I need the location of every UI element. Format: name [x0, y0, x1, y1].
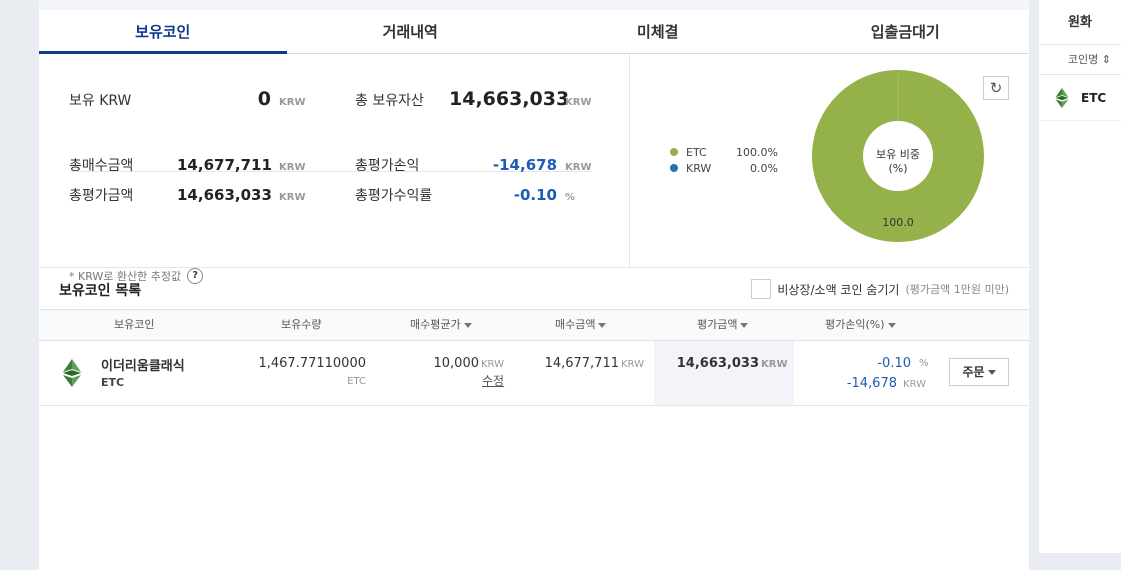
buy-unit: KRW: [621, 359, 644, 370]
avg-value: 10,000: [433, 356, 480, 371]
edit-avg-link[interactable]: 수정: [482, 372, 504, 389]
market-sidebar: 원화 코인명 ⇕ ETC: [1039, 0, 1121, 553]
krw-row: 보유 KRW 0 KRW: [69, 88, 305, 110]
etc-coin-icon: [63, 359, 81, 387]
sidebar-item-label: ETC: [1081, 90, 1107, 105]
col-eval-label: 평가금액: [697, 318, 738, 331]
order-button[interactable]: 주문: [949, 358, 1009, 386]
total-buy-label: 총매수금액: [69, 158, 134, 174]
col-pl[interactable]: 평가손익(%): [825, 310, 896, 340]
eval-highlight: [654, 341, 794, 405]
total-pl-unit: KRW: [565, 162, 592, 173]
tab-deposit-wait[interactable]: 입출금대기: [782, 10, 1030, 53]
holdings-list-header: 보유코인 목록 비상장/소액 코인 숨기기 (평가금액 1만원 미만): [39, 267, 1029, 309]
col-coin: 보유코인: [114, 318, 155, 331]
col-pl-label: 평가손익(%): [825, 318, 885, 331]
pie-chart: 보유 비중 (%) 100.0: [812, 70, 984, 242]
sort-caret-icon: [598, 322, 607, 328]
total-rate-label: 총평가수익률: [355, 188, 433, 204]
tab-history[interactable]: 거래내역: [287, 10, 535, 53]
total-asset-row: 총 보유자산 14,663,033 KRW: [355, 88, 591, 110]
total-pl-label: 총평가손익: [355, 158, 420, 174]
coin-name[interactable]: 이더리움클래식: [101, 355, 185, 374]
qty-unit: ETC: [347, 376, 366, 387]
order-button-label: 주문: [962, 365, 985, 379]
buy-value: 14,677,711: [544, 356, 619, 371]
total-buy-value: 14,677,711: [177, 156, 272, 174]
tab-pending[interactable]: 미체결: [534, 10, 782, 53]
sort-caret-icon: [463, 322, 472, 328]
krw-unit: KRW: [279, 97, 306, 108]
holdings-panel: 보유코인 거래내역 미체결 입출금대기 보유 KRW 0 KRW 총 보유자산 …: [39, 10, 1029, 570]
asset-summary: 보유 KRW 0 KRW 총 보유자산 14,663,033 KRW 총매수금액…: [39, 54, 629, 284]
rate-row: 총평가수익률 -0.10 %: [355, 185, 575, 205]
pie-center-title: 보유 비중: [876, 148, 920, 161]
holdings-list-title: 보유코인 목록: [59, 283, 142, 299]
qty-value: 1,467.77110000: [258, 356, 366, 371]
total-pl-value: -14,678: [492, 156, 557, 174]
tab-bar: 보유코인 거래내역 미체결 입출금대기: [39, 10, 1029, 54]
tab-holdings[interactable]: 보유코인: [39, 10, 287, 54]
pl-row: 총평가손익 -14,678 KRW: [355, 155, 591, 175]
krw-label: 보유 KRW: [69, 93, 132, 109]
total-eval-unit: KRW: [279, 192, 306, 203]
table-header: 보유코인 보유수량 매수평균가 매수금액 평가금액 평가손익(%): [39, 309, 1029, 341]
total-buy-unit: KRW: [279, 162, 306, 173]
coin-symbol: ETC: [101, 376, 125, 389]
etc-coin-icon: [1055, 87, 1069, 108]
col-eval[interactable]: 평가금액: [697, 310, 749, 340]
total-eval-value: 14,663,033: [177, 186, 272, 204]
pl-amount-unit: KRW: [903, 379, 926, 390]
eval-unit: KRW: [761, 359, 788, 370]
holding-ratio-chart: ETC 100.0% KRW 0.0% 보유 비중 (%) 100.0 ↻: [629, 54, 1029, 267]
col-qty: 보유수량: [281, 318, 322, 331]
total-rate-unit: %: [565, 192, 576, 203]
col-buy[interactable]: 매수금액: [555, 310, 607, 340]
eval-value: 14,663,033: [676, 356, 759, 371]
total-asset-label: 총 보유자산: [355, 93, 424, 109]
avg-unit: KRW: [481, 359, 504, 370]
krw-value: 0: [257, 88, 271, 110]
table-row[interactable]: 이더리움클래식 ETC 1,467.77110000 ETC 10,000 KR…: [39, 341, 1029, 406]
hide-small-sub: (평가금액 1만원 미만): [905, 283, 1009, 296]
buy-row: 총매수금액 14,677,711 KRW: [69, 155, 305, 175]
col-buy-label: 매수금액: [555, 318, 596, 331]
top-strip: [39, 0, 1029, 10]
pl-amount-value: -14,678: [846, 376, 897, 391]
sort-caret-icon: [740, 322, 749, 328]
refresh-icon[interactable]: ↻: [983, 76, 1009, 100]
sidebar-item-etc[interactable]: ETC: [1039, 75, 1121, 121]
total-eval-label: 총평가금액: [69, 188, 134, 204]
total-asset-unit: KRW: [565, 97, 592, 108]
eval-row: 총평가금액 14,663,033 KRW: [69, 185, 305, 205]
pie-center-subtitle: (%): [888, 162, 907, 175]
market-tab-krw[interactable]: 원화: [1039, 0, 1121, 45]
hide-small-coins[interactable]: 비상장/소액 코인 숨기기 (평가금액 1만원 미만): [751, 279, 1009, 299]
sort-coin-name[interactable]: 코인명 ⇕: [1039, 45, 1121, 75]
col-avg-label: 매수평균가: [410, 318, 461, 331]
slice-label: 100.0: [882, 216, 914, 229]
sort-caret-icon: [887, 322, 896, 328]
chevron-down-icon: [987, 370, 996, 375]
hide-small-checkbox[interactable]: [751, 279, 772, 299]
hide-small-label: 비상장/소액 코인 숨기기: [777, 282, 900, 297]
col-avg[interactable]: 매수평균가: [410, 310, 472, 340]
pl-rate-value: -0.10: [877, 356, 911, 371]
pl-rate-unit: %: [919, 358, 929, 369]
total-asset-value: 14,663,033: [449, 88, 570, 110]
total-rate-value: -0.10: [513, 186, 557, 204]
